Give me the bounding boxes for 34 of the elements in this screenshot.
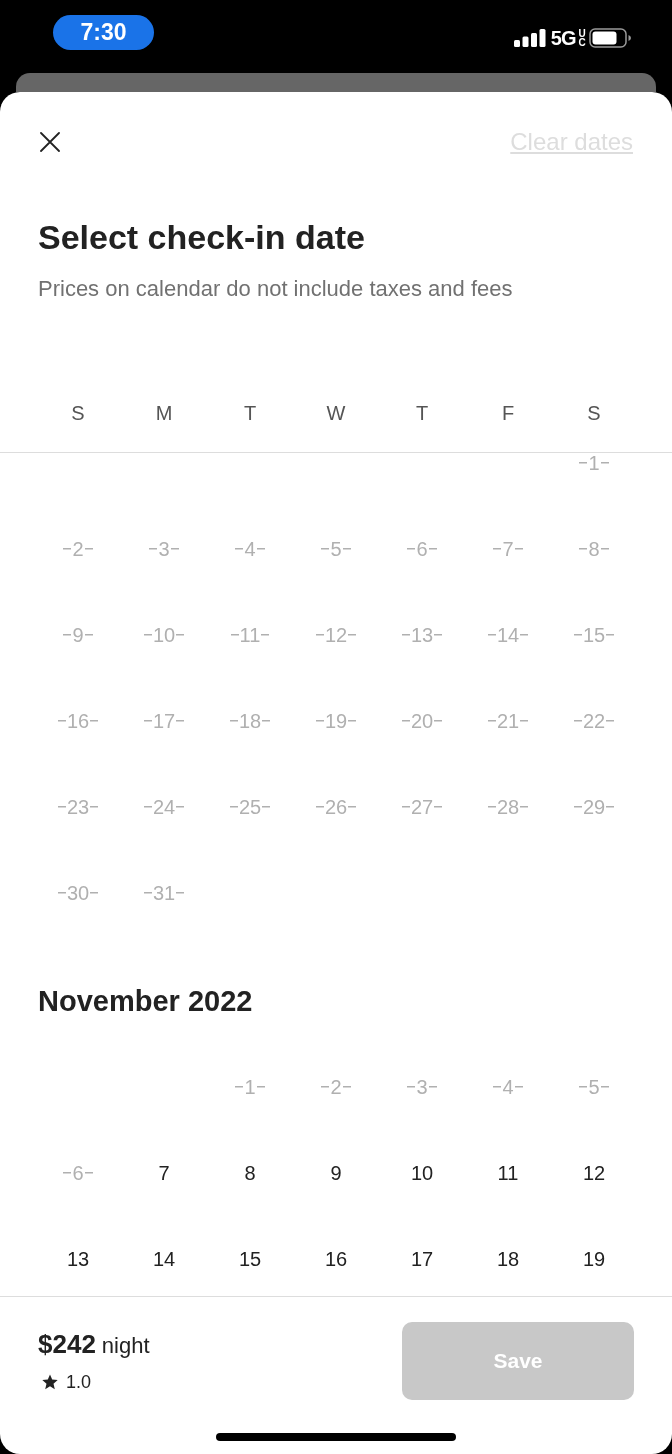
calendar-day[interactable]: 11 [488,1159,528,1187]
page-subtitle: Prices on calendar do not include taxes and fees [37,275,514,303]
status-time: 7:30 [53,15,154,50]
calendar-day[interactable]: 17 [401,1245,443,1273]
star-icon [42,1374,58,1390]
calendar-day[interactable]: 18 [487,1245,529,1273]
network-suffix: UC [578,29,584,47]
weekday-label: S [587,401,601,426]
battery-icon [589,28,631,48]
rating-value: 1.0 [66,1371,92,1393]
weekday-label: T [243,401,257,426]
calendar-day[interactable]: 15 [229,1245,271,1273]
price-amount: $242 [38,1329,96,1359]
signal-icon [513,29,546,47]
close-icon [40,132,60,152]
month-title: November 2022 [37,984,254,1018]
calendar-day[interactable]: 13 [57,1245,99,1273]
weekday-label: W [326,401,346,426]
calendar-day[interactable]: 16 [315,1245,357,1273]
calendar-day[interactable]: 19 [573,1245,615,1273]
calendar-day[interactable]: 7 [149,1159,179,1187]
weekday-label: F [501,401,515,426]
weekday-label: S [71,401,85,426]
calendar-day[interactable]: 14 [143,1245,185,1273]
calendar-day[interactable]: 8 [235,1159,265,1187]
calendar-day[interactable]: 12 [573,1159,615,1187]
weekday-label: T [415,401,429,426]
weekday-label: M [155,401,173,426]
calendar-day[interactable]: 10 [401,1159,443,1187]
page-title: Select check-in date [37,217,366,257]
price-unit: night [101,1332,150,1360]
network-label: 5G [550,28,576,48]
close-button[interactable] [40,132,60,152]
calendar-day[interactable]: 9 [321,1159,351,1187]
